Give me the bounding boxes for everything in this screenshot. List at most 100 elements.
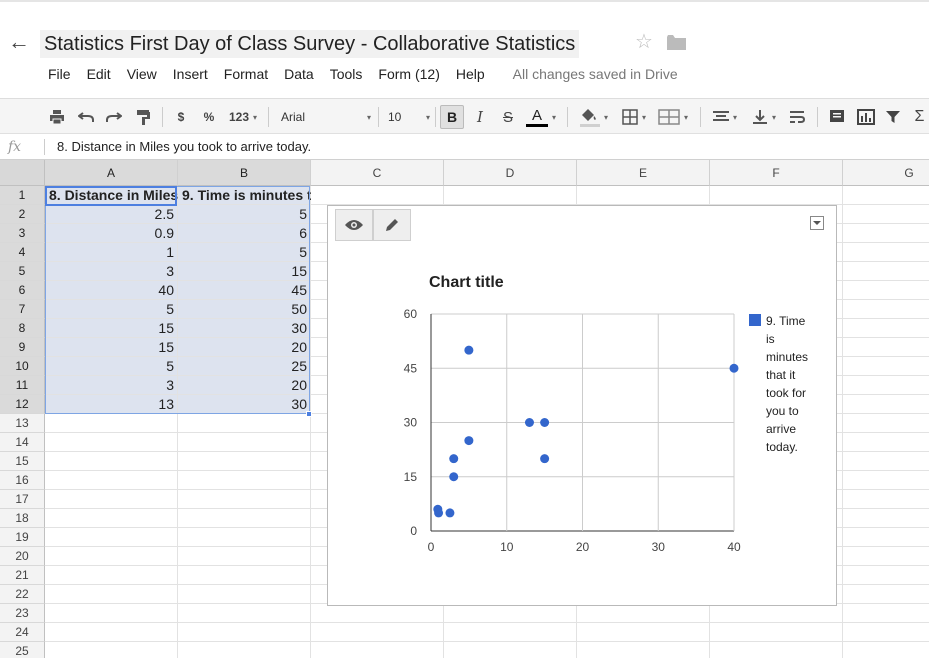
row-header-23[interactable]: 23 <box>0 604 45 623</box>
filter-icon[interactable] <box>883 105 903 129</box>
menu-format[interactable]: Format <box>216 64 276 84</box>
undo-icon[interactable] <box>75 105 97 129</box>
font-family-select[interactable]: Arial ▾ <box>281 105 371 129</box>
menu-view[interactable]: View <box>119 64 165 84</box>
column-header-d[interactable]: D <box>444 160 577 186</box>
data-cell[interactable]: 5 <box>178 243 311 262</box>
row-header-17[interactable]: 17 <box>0 490 45 509</box>
data-cell[interactable]: 3 <box>45 376 178 395</box>
more-formats-button[interactable]: 123 ▾ <box>224 105 262 129</box>
menu-file[interactable]: File <box>40 64 79 84</box>
column-header-e[interactable]: E <box>577 160 710 186</box>
functions-icon[interactable]: Σ <box>910 105 929 129</box>
row-header-16[interactable]: 16 <box>0 471 45 490</box>
data-cell[interactable]: 25 <box>178 357 311 376</box>
row-header-14[interactable]: 14 <box>0 433 45 452</box>
data-cell[interactable]: 5 <box>45 357 178 376</box>
data-cell[interactable]: 13 <box>45 395 178 414</box>
data-cell[interactable]: 20 <box>178 376 311 395</box>
data-cell[interactable]: 15 <box>45 338 178 357</box>
insert-chart-icon[interactable] <box>855 105 877 129</box>
row-header-13[interactable]: 13 <box>0 414 45 433</box>
data-cell[interactable]: 15 <box>178 262 311 281</box>
embedded-chart[interactable]: Chart title 0 15 30 45 60 0 10 20 30 40 9. Time is m… <box>327 205 837 606</box>
row-header-22[interactable]: 22 <box>0 585 45 604</box>
column-header-c[interactable]: C <box>311 160 444 186</box>
data-cell[interactable]: 5 <box>45 300 178 319</box>
save-status[interactable]: All changes saved in Drive <box>513 66 678 82</box>
paint-format-icon[interactable] <box>132 105 154 129</box>
row-header-24[interactable]: 24 <box>0 623 45 642</box>
row-header-19[interactable]: 19 <box>0 528 45 547</box>
data-cell[interactable]: 1 <box>45 243 178 262</box>
data-cell[interactable]: 0.9 <box>45 224 178 243</box>
horizontal-align-button[interactable]: ▾ <box>707 105 743 129</box>
data-cell[interactable]: 40 <box>45 281 178 300</box>
column-header-b[interactable]: B <box>178 160 311 186</box>
row-header-18[interactable]: 18 <box>0 509 45 528</box>
data-cell[interactable]: 45 <box>178 281 311 300</box>
menu-bar: File Edit View Insert Format Data Tools … <box>40 63 678 85</box>
data-cell[interactable]: 20 <box>178 338 311 357</box>
menu-edit[interactable]: Edit <box>79 64 119 84</box>
arrow-left-icon[interactable]: ← <box>8 30 32 54</box>
row-header-8[interactable]: 8 <box>0 319 45 338</box>
currency-format-button[interactable]: $ <box>170 105 192 129</box>
font-size-select[interactable]: 10 ▾ <box>388 105 430 129</box>
menu-help[interactable]: Help <box>448 64 493 84</box>
row-header-25[interactable]: 25 <box>0 642 45 658</box>
data-cell[interactable]: 30 <box>178 395 311 414</box>
data-cell[interactable]: 15 <box>45 319 178 338</box>
bold-button[interactable]: B <box>440 105 464 129</box>
data-cell[interactable]: 2.5 <box>45 205 178 224</box>
formula-input[interactable]: 8. Distance in Miles you took to arrive … <box>57 139 311 154</box>
menu-insert[interactable]: Insert <box>165 64 216 84</box>
row-header-7[interactable]: 7 <box>0 300 45 319</box>
row-header-11[interactable]: 11 <box>0 376 45 395</box>
data-cell[interactable]: 6 <box>178 224 311 243</box>
strikethrough-button[interactable]: S <box>498 105 518 129</box>
row-header-6[interactable]: 6 <box>0 281 45 300</box>
row-header-3[interactable]: 3 <box>0 224 45 243</box>
header-cell-a[interactable]: 8. Distance in Miles you took to arrive … <box>45 186 178 205</box>
row-header-4[interactable]: 4 <box>0 243 45 262</box>
italic-button[interactable]: I <box>470 105 490 129</box>
vertical-align-button[interactable]: ▾ <box>746 105 782 129</box>
row-header-15[interactable]: 15 <box>0 452 45 471</box>
menu-form[interactable]: Form (12) <box>370 64 447 84</box>
redo-icon[interactable] <box>103 105 125 129</box>
row-header-1[interactable]: 1 <box>0 186 45 205</box>
menu-tools[interactable]: Tools <box>322 64 371 84</box>
data-cell[interactable]: 30 <box>178 319 311 338</box>
column-header-f[interactable]: F <box>710 160 843 186</box>
menu-data[interactable]: Data <box>276 64 322 84</box>
insert-comment-icon[interactable] <box>826 105 848 129</box>
row-header-5[interactable]: 5 <box>0 262 45 281</box>
toolbar: $ % 123 ▾ Arial ▾ 10 ▾ B I S A ▾ ▾ ▾ ▾ ▾… <box>0 98 929 134</box>
text-color-button[interactable]: A ▾ <box>524 105 558 129</box>
row-header-21[interactable]: 21 <box>0 566 45 585</box>
legend-label: took for <box>766 386 806 400</box>
merge-cells-button[interactable]: ▾ <box>654 105 692 129</box>
header-cell-b[interactable]: 9. Time is minutes that it took for you … <box>178 186 311 205</box>
row-header-9[interactable]: 9 <box>0 338 45 357</box>
star-icon[interactable]: ☆ <box>635 30 653 54</box>
select-all-corner[interactable] <box>0 160 45 186</box>
data-cell[interactable]: 50 <box>178 300 311 319</box>
column-header-a[interactable]: A <box>45 160 178 186</box>
data-cell[interactable]: 3 <box>45 262 178 281</box>
data-cell[interactable]: 5 <box>178 205 311 224</box>
borders-button[interactable]: ▾ <box>617 105 651 129</box>
row-header-20[interactable]: 20 <box>0 547 45 566</box>
fill-handle[interactable] <box>306 411 312 417</box>
row-header-10[interactable]: 10 <box>0 357 45 376</box>
fill-color-button[interactable]: ▾ <box>575 105 611 129</box>
row-header-12[interactable]: 12 <box>0 395 45 414</box>
row-header-2[interactable]: 2 <box>0 205 45 224</box>
document-title[interactable]: Statistics First Day of Class Survey - C… <box>40 30 580 58</box>
column-header-g[interactable]: G <box>843 160 929 186</box>
text-wrap-button[interactable] <box>786 105 808 129</box>
percent-format-button[interactable]: % <box>198 105 220 129</box>
folder-icon[interactable] <box>667 35 686 50</box>
print-icon[interactable] <box>46 105 68 129</box>
